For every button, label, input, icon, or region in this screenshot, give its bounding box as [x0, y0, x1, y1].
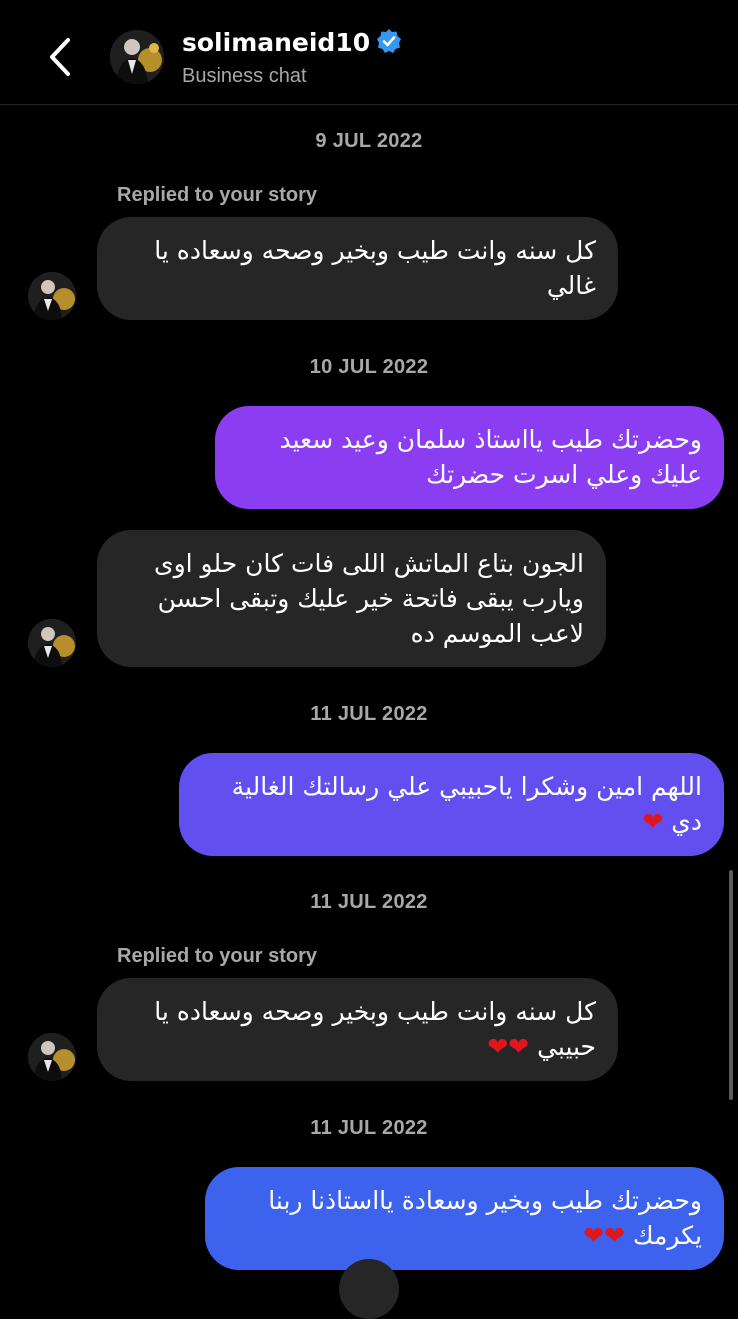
- heart-emoji: ❤❤: [583, 1221, 626, 1250]
- username: solimaneid10: [182, 28, 371, 57]
- message-text: كل سنه وانت طيب وبخير وصحه وسعاده يا حبي…: [154, 997, 596, 1061]
- scrollbar[interactable]: [729, 870, 733, 1100]
- story-reply-label: Replied to your story: [117, 184, 318, 206]
- date-separator: 10 JUL 2022: [309, 356, 429, 378]
- date-separator: 11 JUL 2022: [310, 1117, 428, 1139]
- date-separator: 11 JUL 2022: [310, 703, 428, 725]
- back-button[interactable]: [40, 34, 84, 80]
- chat-header: solimaneid10 Business chat: [0, 0, 738, 105]
- chat-subtitle: Business chat: [182, 65, 307, 87]
- chat-title[interactable]: solimaneid10: [182, 28, 402, 58]
- chevron-left-icon: [50, 38, 70, 76]
- outgoing-message-bubble[interactable]: وحضرتك طيب وبخير وسعادة يااستاذنا ربنا ي…: [205, 1167, 724, 1270]
- message-text: اللهم امين وشكرا ياحبيبي علي رسالتك الغا…: [231, 772, 702, 836]
- message-text: الجون بتاع الماتش اللى فات كان حلو اوى و…: [154, 549, 584, 648]
- outgoing-message-bubble[interactable]: اللهم امين وشكرا ياحبيبي علي رسالتك الغا…: [179, 753, 724, 856]
- incoming-message-bubble[interactable]: كل سنه وانت طيب وبخير وصحه وسعاده يا غال…: [97, 217, 618, 320]
- heart-emoji: ❤: [642, 807, 664, 836]
- scroll-to-bottom-button[interactable]: [339, 1259, 399, 1319]
- avatar[interactable]: [110, 30, 164, 84]
- story-reply-label: Replied to your story: [117, 945, 318, 967]
- message-text: وحضرتك طيب وبخير وسعادة يااستاذنا ربنا ي…: [268, 1186, 702, 1250]
- incoming-message-bubble[interactable]: كل سنه وانت طيب وبخير وصحه وسعاده يا حبي…: [97, 978, 618, 1081]
- sender-avatar[interactable]: [28, 1033, 76, 1081]
- incoming-message-bubble[interactable]: الجون بتاع الماتش اللى فات كان حلو اوى و…: [97, 530, 606, 667]
- verified-badge-icon: [377, 29, 402, 53]
- date-separator: 9 JUL 2022: [315, 130, 423, 152]
- outgoing-message-bubble[interactable]: وحضرتك طيب يااستاذ سلمان وعيد سعيد عليك …: [215, 406, 724, 509]
- message-text: كل سنه وانت طيب وبخير وصحه وسعاده يا غال…: [154, 236, 596, 300]
- sender-avatar[interactable]: [28, 272, 76, 320]
- sender-avatar[interactable]: [28, 619, 76, 667]
- message-text: وحضرتك طيب يااستاذ سلمان وعيد سعيد عليك …: [279, 425, 703, 489]
- date-separator: 11 JUL 2022: [310, 891, 428, 913]
- heart-emoji: ❤❤: [487, 1032, 530, 1061]
